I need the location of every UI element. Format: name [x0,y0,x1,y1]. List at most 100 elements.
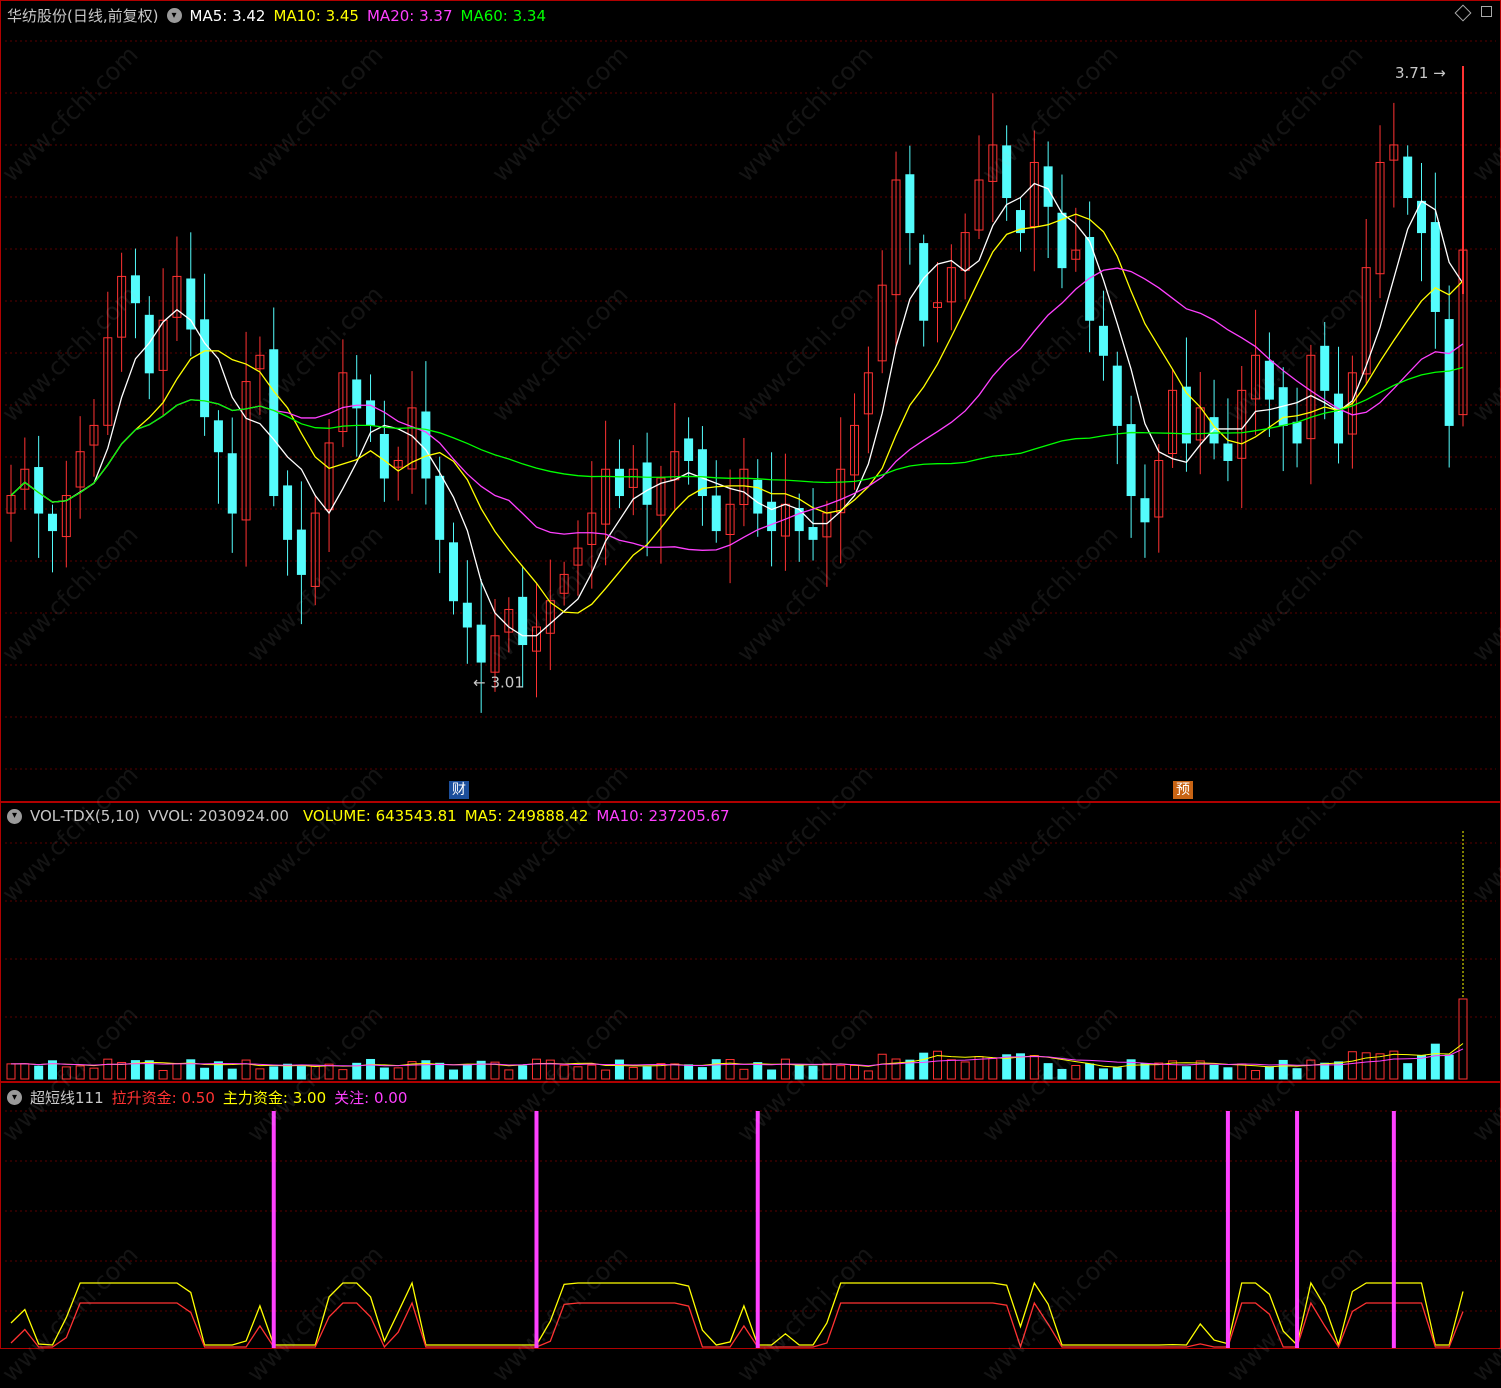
volume-bar [1085,1063,1095,1080]
volume-bar [684,1064,694,1080]
volume-bar [158,1069,168,1080]
candle-body [642,462,652,505]
volume-bar [1112,1067,1122,1080]
volume-bar [1430,1043,1440,1080]
candle-body [1320,345,1330,391]
volume-bar [1251,1070,1261,1080]
candle-body [47,513,57,532]
candle-body [1140,498,1150,523]
candle-body [1002,145,1012,199]
volume-bar [75,1065,85,1080]
volume-bar [725,1059,735,1080]
volume-bar [614,1059,624,1080]
candle-body [905,174,915,234]
candle-body [186,278,196,330]
volume-bar [1098,1068,1108,1080]
candle-body [684,438,694,461]
candle-body [1043,166,1053,207]
volume-bar [1417,1055,1427,1080]
candle-body [1292,421,1302,444]
badge-financial-report[interactable]: 财 [449,781,469,799]
volume-bar [587,1064,597,1080]
candle-body [767,501,777,532]
candle-body [435,475,445,540]
volume-bar [1389,1050,1399,1080]
volume-bar [739,1068,749,1080]
candle-body [366,400,376,426]
candle-body [476,624,486,663]
candle-body [144,314,154,374]
volume-bar [601,1069,611,1080]
volume-bar [449,1069,459,1080]
volume-bar [1347,1051,1357,1080]
candle-body [1403,156,1413,199]
volume-bar [697,1067,707,1080]
volume-bar [1264,1066,1274,1080]
candle-body [1334,393,1344,444]
volume-bar [504,1069,514,1080]
candle-body [1223,443,1233,461]
volume-bar [1209,1064,1219,1080]
low-price-label: ← 3.01 [473,674,524,692]
volume-bar [269,1066,279,1080]
candle-body [1112,365,1122,426]
volume-bar [1029,1055,1039,1080]
candle-body [379,433,389,479]
candle-body [753,479,763,514]
volume-bar [573,1066,583,1080]
volume-bar [89,1067,99,1080]
candle-body [352,379,362,409]
candle-body [1430,222,1440,312]
volume-bar [1154,1062,1164,1080]
volume-bar [1057,1068,1067,1080]
indicator-chart[interactable] [1,1083,1500,1348]
volume-panel[interactable]: ▾ VOL-TDX(5,10) VVOL: 2030924.00 VOLUME:… [0,802,1501,1082]
volume-bar [891,1058,901,1080]
volume-bar [1361,1052,1371,1080]
volume-bar [822,1063,832,1080]
volume-bar [200,1067,210,1080]
volume-bar [20,1063,30,1080]
candle-body [711,495,721,532]
price-chart[interactable]: 3.71 → ← 3.01 [1,1,1500,801]
volume-bar [1444,1054,1454,1080]
volume-bar [1320,1062,1330,1080]
candle-body [269,349,279,497]
volume-bar [808,1065,818,1080]
volume-chart[interactable] [1,803,1500,1081]
badge-forecast[interactable]: 预 [1173,781,1193,799]
indicator-panel[interactable]: ▾ 超短线111 拉升资金: 0.50 主力资金: 3.00 关注: 0.00 [0,1082,1501,1349]
candle-body [1098,325,1108,356]
volume-bar [61,1066,71,1080]
volume-bar [946,1059,956,1080]
volume-bar [628,1066,638,1080]
volume-bar [767,1069,777,1080]
price-panel[interactable]: 华纺股份 (日线,前复权) ▾ MA5: 3.42 MA10: 3.45 MA20… [0,0,1501,802]
volume-bar [338,1069,348,1080]
volume-bar [1237,1063,1247,1080]
candle-body [1057,212,1067,269]
volume-bar [642,1066,652,1080]
volume-bar [863,1070,873,1080]
volume-bar [366,1058,376,1080]
candle-body [1126,424,1136,497]
volume-bar [531,1058,541,1080]
volume-bar [1071,1064,1081,1080]
volume-bar [1306,1059,1316,1080]
volume-bar [1043,1063,1053,1080]
candle-body [213,420,223,453]
volume-bar [836,1065,846,1080]
volume-bar [559,1064,569,1080]
volume-bar [794,1064,804,1080]
candle-body [1264,360,1274,400]
candle-body [462,602,472,628]
volume-bar [283,1063,293,1080]
volume-bar [6,1063,16,1080]
candle-body [227,453,237,514]
volume-bar [974,1056,984,1080]
volume-bar [988,1057,998,1080]
volume-bar [1223,1067,1233,1080]
volume-bar [1140,1063,1150,1080]
candle-body [614,468,624,497]
volume-bar [1181,1066,1191,1080]
